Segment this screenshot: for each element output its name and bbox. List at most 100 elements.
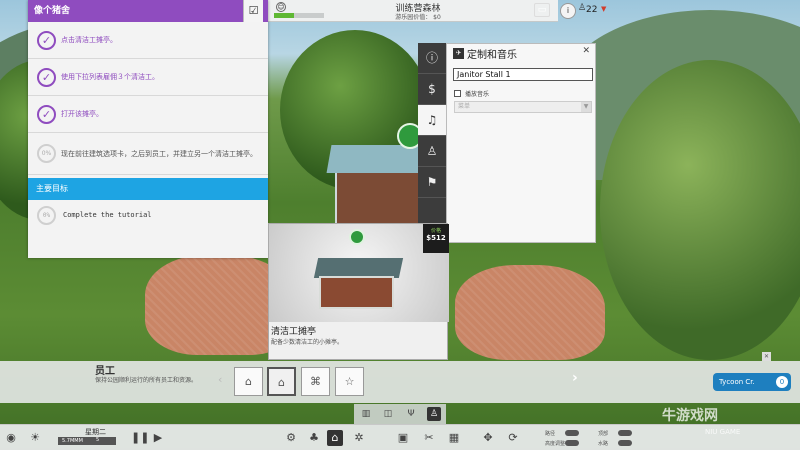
checkmark-icon: ✓ (37, 68, 56, 87)
toggle-label: 路径 (545, 431, 556, 437)
progress-circle-icon: 0% (37, 144, 56, 163)
panel-header: ✈ 定制和音乐 (447, 44, 595, 62)
janitor-stall-item[interactable]: ⌂ (234, 367, 263, 396)
top-status-bar: ☺ 训练营森林 游乐园价值： $0 (268, 0, 558, 22)
build-preview-card: 价格 $512 清洁工摊亭 配备少数清洁工的小摊亭。 (268, 223, 449, 360)
smiley-icon: ☺ (276, 2, 286, 12)
main-goal-row: 0% Complete the tutorial (28, 200, 268, 230)
mechanic-stall-icon: ⌂ (278, 376, 285, 389)
progress-circle-icon: 0% (37, 206, 56, 225)
stall-name-input[interactable]: Janitor Stall 1 (453, 68, 593, 81)
play-music-label: 播放音乐 (465, 91, 490, 98)
preview-title: 清洁工摊亭 (271, 327, 317, 337)
category-strip: ▥ ◫ Ψ ♙ (354, 404, 446, 424)
build-icon[interactable]: ⌂ (327, 430, 343, 446)
goal-text: Complete the tutorial (63, 211, 152, 219)
price-tag: 价格 $512 (423, 224, 449, 253)
toggle-switch[interactable] (565, 430, 579, 436)
camera-icon[interactable]: ◉ (3, 430, 19, 446)
play-music-checkbox[interactable] (454, 90, 461, 97)
task-item: 0% 现在前往建筑选项卡，之后到员工，并建立另一个清洁工摊亭。 (28, 133, 268, 175)
blocks-icon[interactable]: ▣ (395, 430, 411, 446)
checklist-icon[interactable]: ☑ (243, 0, 263, 22)
staff-tab-icon[interactable]: ♙ (418, 136, 446, 167)
toggle-switch[interactable] (618, 430, 632, 436)
price-value: $512 (426, 234, 446, 242)
guest-icon: ♙ (578, 3, 587, 13)
watermark-logo: 牛游戏网 (662, 408, 718, 424)
trend-down-icon: ▼ (601, 5, 607, 13)
path-tool-icon[interactable]: ⟳ (505, 430, 521, 446)
stall-side-tabs: ⓘ $ ♫ ♙ ⚑ (418, 43, 446, 243)
main-goal-header: 主要目标 (28, 178, 268, 200)
message-icon[interactable]: ▭ (534, 3, 550, 17)
move-icon[interactable]: ✥ (480, 430, 496, 446)
music-select[interactable]: 菜单 ▼ (454, 101, 592, 113)
staff-build-bar: ✕ 员工 保持公园顺利运行的所有员工和资源。 ‹ ⌂ ⌂ ⌘ ☆ › Tycoo… (0, 352, 800, 403)
shops-icon[interactable]: ▥ (359, 407, 373, 421)
flag-tab-icon[interactable]: ⚑ (418, 167, 446, 198)
speed-value: 5 (96, 437, 100, 443)
panel-title: 定制和音乐 (467, 49, 517, 61)
checkmark-icon: ✓ (37, 105, 56, 124)
toggle-label: 高度调整 (545, 441, 566, 447)
price-label: 价格 (430, 228, 441, 234)
task-text: 打开该摊亭。 (61, 110, 103, 118)
task-text: 使用下拉列表雇佣３个清洁工。 (61, 73, 159, 81)
task-text: 点击清洁工摊亭。 (61, 36, 117, 44)
rides-icon[interactable]: ⚙ (283, 430, 299, 446)
previous-arrow-icon[interactable]: ‹ (218, 373, 222, 386)
preview-image (269, 224, 449, 322)
tools-icon[interactable]: ✂ (421, 430, 437, 446)
info-button[interactable]: i (560, 3, 576, 19)
staff-icon[interactable]: ♙ (427, 407, 441, 421)
pause-icon[interactable]: ❚❚ (131, 430, 149, 446)
toggle-label: 顶部 (598, 431, 609, 437)
entertainer-stall-icon: ☆ (344, 375, 355, 388)
bag-icon[interactable]: ◫ (381, 407, 395, 421)
watermark-sub: NIU GAME (705, 428, 741, 436)
restaurant-icon[interactable]: Ψ (404, 407, 418, 421)
tycoon-credits-button[interactable]: Tycoon Cr. 0 (713, 373, 791, 391)
sun-icon[interactable]: ☀ (27, 430, 43, 446)
music-tool-icon: ✈ (453, 47, 464, 59)
chevron-down-icon: ▼ (581, 102, 591, 112)
grid-icon[interactable]: ▦ (446, 430, 462, 446)
path-patch (455, 265, 605, 360)
music-tab-icon[interactable]: ♫ (418, 105, 446, 136)
toggle-switch[interactable] (618, 440, 632, 446)
tycoon-count: 0 (776, 376, 788, 388)
security-stall-icon: ⌘ (310, 375, 321, 388)
park-value: 游乐园价值： $0 (395, 14, 441, 21)
next-arrow-icon[interactable]: › (572, 370, 578, 386)
janitor-stall-building[interactable] (326, 145, 442, 230)
mechanic-stall-item[interactable]: ⌂ (267, 367, 296, 396)
bottom-toolbar: ◉ ☀ 星期二 5.7MMM 5 ❚❚ ▶ ⚙ ♣ ⌂ ✲ ▣ ✂ ▦ ✥ ⟳ … (0, 424, 800, 450)
dollar-tab-icon[interactable]: $ (418, 74, 446, 105)
customize-music-panel: ✈ 定制和音乐 ✕ Janitor Stall 1 播放音乐 菜单 ▼ (446, 43, 596, 243)
close-icon[interactable]: ✕ (582, 46, 590, 56)
task-text: 现在前往建筑选项卡，之后到员工，并建立另一个清洁工摊亭。 (61, 149, 257, 158)
stall-roof (313, 258, 404, 278)
task-item: ✓ 点击清洁工摊亭。 (28, 22, 268, 59)
objective-title: 像个猪舍 (28, 0, 268, 22)
info-tab-icon[interactable]: ⓘ (418, 43, 446, 74)
time-label: 5.7MMM (62, 438, 83, 444)
toggle-label: 水路 (598, 441, 609, 447)
scenery-icon[interactable]: ♣ (306, 430, 322, 446)
rating-bar (274, 13, 324, 18)
terrain-icon[interactable]: ✲ (351, 430, 367, 446)
close-icon[interactable]: ✕ (762, 352, 771, 361)
toggle-switch[interactable] (565, 440, 579, 446)
preview-description: 配备少数清洁工的小摊亭。 (271, 339, 344, 346)
music-select-value: 菜单 (458, 103, 471, 110)
janitor-stall-icon: ⌂ (245, 375, 252, 388)
guest-count: 22 (586, 5, 598, 15)
top-right-controls: i ♙ 22 ▼ (558, 0, 638, 22)
checkmark-icon: ✓ (37, 31, 56, 50)
security-stall-item[interactable]: ⌘ (301, 367, 330, 396)
stall-pin-icon (349, 229, 365, 245)
tycoon-label: Tycoon Cr. (719, 378, 755, 386)
play-icon[interactable]: ▶ (150, 430, 166, 446)
entertainer-stall-item[interactable]: ☆ (335, 367, 364, 396)
